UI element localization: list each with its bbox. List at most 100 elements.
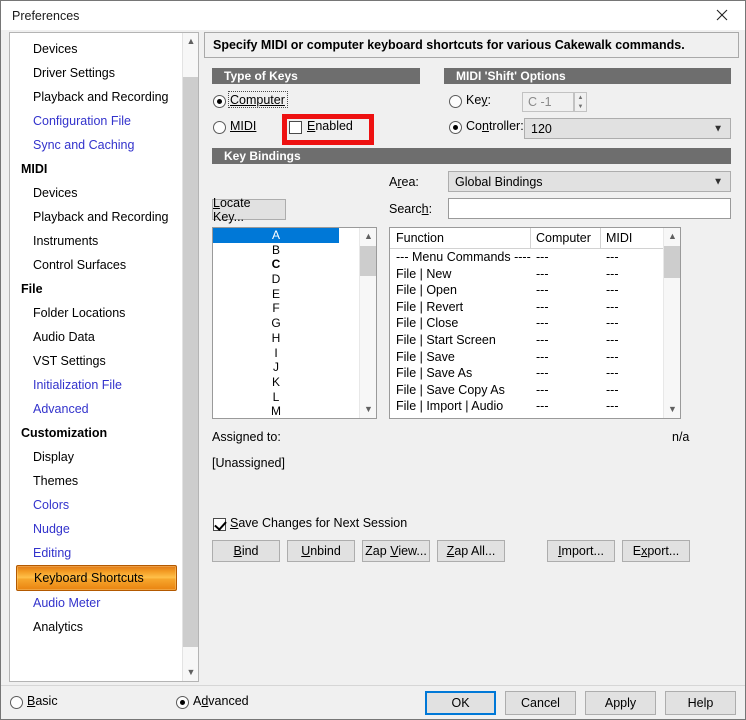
zap-all-button[interactable]: Zap All... xyxy=(437,540,505,562)
title-bar: Preferences xyxy=(1,1,745,30)
function-table-scrollbar-thumb[interactable] xyxy=(664,246,680,278)
key-listbox-scrollbar[interactable]: ▲ ▼ xyxy=(359,228,376,418)
unbind-button[interactable]: Unbind xyxy=(287,540,355,562)
key-list-item[interactable]: D xyxy=(213,272,339,287)
chevron-down-icon[interactable]: ▼ xyxy=(360,401,376,418)
sidebar-item-sync-and-caching[interactable]: Sync and Caching xyxy=(10,133,183,157)
chevron-down-icon[interactable]: ▼ xyxy=(664,401,680,418)
sidebar-item-display[interactable]: Display xyxy=(10,445,183,469)
sidebar-item-folder-locations[interactable]: Folder Locations xyxy=(10,301,183,325)
table-row[interactable]: File | Save As --- --- xyxy=(390,365,663,382)
locate-key-button[interactable]: Locate Key... xyxy=(212,196,286,224)
function-table-column-header[interactable]: MIDI xyxy=(606,231,632,245)
radio-advanced[interactable] xyxy=(176,696,189,709)
sidebar-scrollbar[interactable]: ▲ ▼ xyxy=(182,33,198,681)
spinner-up-icon[interactable]: ▲ xyxy=(575,93,586,102)
ok-button[interactable]: OK xyxy=(425,691,496,715)
zap-view-button[interactable]: Zap View... xyxy=(362,540,430,562)
export-button[interactable]: Export... xyxy=(622,540,690,562)
key-list-item[interactable]: A xyxy=(213,228,339,243)
spinner-down-icon[interactable]: ▼ xyxy=(575,102,586,111)
radio-basic[interactable] xyxy=(10,696,23,709)
sidebar-item-driver-settings[interactable]: Driver Settings xyxy=(10,61,183,85)
table-row[interactable]: File | Save Copy As --- --- xyxy=(390,382,663,399)
save-changes-checkbox[interactable] xyxy=(213,518,226,531)
close-icon[interactable] xyxy=(699,1,745,29)
table-row[interactable]: File | Open --- --- xyxy=(390,282,663,299)
sidebar-item-keyboard-shortcuts[interactable]: Keyboard Shortcuts xyxy=(16,565,177,591)
save-changes-label: Save Changes for Next Session xyxy=(230,516,408,530)
sidebar-item-advanced[interactable]: Advanced xyxy=(10,397,183,421)
import-button[interactable]: Import... xyxy=(547,540,615,562)
sidebar-item-instruments[interactable]: Instruments xyxy=(10,229,183,253)
sidebar-item-initialization-file[interactable]: Initialization File xyxy=(10,373,183,397)
bind-button[interactable]: Bind xyxy=(212,540,280,562)
chevron-down-icon[interactable]: ▼ xyxy=(183,664,198,681)
radio-controller[interactable] xyxy=(449,121,462,134)
key-spinner[interactable]: ▲ ▼ xyxy=(574,92,587,112)
table-row[interactable]: File | Start Screen --- --- xyxy=(390,332,663,349)
help-button[interactable]: Help xyxy=(665,691,736,715)
sidebar-item-vst-settings[interactable]: VST Settings xyxy=(10,349,183,373)
function-table[interactable]: Function Computer MIDI --- Menu Commands -… xyxy=(389,227,681,419)
apply-button[interactable]: Apply xyxy=(585,691,656,715)
bind-button-label: Bind xyxy=(233,544,259,558)
sidebar-item-configuration-file[interactable]: Configuration File xyxy=(10,109,183,133)
function-table-column-header[interactable]: Computer xyxy=(536,231,591,245)
chevron-up-icon[interactable]: ▲ xyxy=(664,228,680,245)
enabled-label: Enabled xyxy=(307,119,353,133)
sidebar-scrollbar-thumb[interactable] xyxy=(183,77,198,647)
sidebar-item-devices[interactable]: Devices xyxy=(10,37,183,61)
enabled-label-rest: nabled xyxy=(315,119,353,133)
chevron-up-icon[interactable]: ▲ xyxy=(360,228,376,245)
sidebar-item-devices[interactable]: Devices xyxy=(10,181,183,205)
radio-midi[interactable] xyxy=(213,121,226,134)
controller-dropdown[interactable]: 120 ▼ xyxy=(524,118,731,139)
table-row[interactable]: File | Revert --- --- xyxy=(390,299,663,316)
key-listbox[interactable]: ABCDEFGHIJKLM ▲ ▼ xyxy=(212,227,377,419)
sidebar-item-nudge[interactable]: Nudge xyxy=(10,517,183,541)
key-list-item[interactable]: C xyxy=(213,257,339,272)
cancel-button[interactable]: Cancel xyxy=(505,691,576,715)
zap-all-button-label: Zap All... xyxy=(446,544,496,558)
table-row[interactable]: --- Menu Commands ---- --- --- xyxy=(390,249,663,266)
sidebar-item-audio-data[interactable]: Audio Data xyxy=(10,325,183,349)
table-row[interactable]: File | Close --- --- xyxy=(390,315,663,332)
key-list-item[interactable]: L xyxy=(213,390,339,405)
area-dropdown[interactable]: Global Bindings ▼ xyxy=(448,171,731,192)
table-row[interactable]: File | Import | Audio --- --- xyxy=(390,398,663,415)
sidebar-item-playback-and-recording[interactable]: Playback and Recording xyxy=(10,85,183,109)
key-list-item[interactable]: F xyxy=(213,301,339,316)
key-list-item[interactable]: E xyxy=(213,287,339,302)
sidebar-item-analytics[interactable]: Analytics xyxy=(10,615,183,639)
key-listbox-scrollbar-thumb[interactable] xyxy=(360,246,376,276)
key-list-item[interactable]: M xyxy=(213,404,339,418)
preferences-dialog: Preferences Devices Driver Settings Playba… xyxy=(0,0,746,720)
search-input[interactable] xyxy=(448,198,731,219)
key-list-item[interactable]: H xyxy=(213,331,339,346)
sidebar-item-colors[interactable]: Colors xyxy=(10,493,183,517)
radio-key[interactable] xyxy=(449,95,462,108)
key-list-item[interactable]: J xyxy=(213,360,339,375)
sidebar-item-control-surfaces[interactable]: Control Surfaces xyxy=(10,253,183,277)
sidebar-item-playback-and-recording[interactable]: Playback and Recording xyxy=(10,205,183,229)
sidebar-item-themes[interactable]: Themes xyxy=(10,469,183,493)
function-table-scrollbar[interactable]: ▲ ▼ xyxy=(663,228,680,418)
sidebar-item-editing[interactable]: Editing xyxy=(10,541,183,565)
unassigned-text: [Unassigned] xyxy=(212,456,285,470)
key-list-item[interactable]: G xyxy=(213,316,339,331)
key-list-item[interactable]: K xyxy=(213,375,339,390)
table-row[interactable]: File | New --- --- xyxy=(390,266,663,283)
radio-computer[interactable] xyxy=(213,95,226,108)
chevron-up-icon[interactable]: ▲ xyxy=(183,33,198,50)
key-list-item[interactable]: I xyxy=(213,346,339,361)
key-value-field[interactable]: C -1 xyxy=(522,92,574,112)
sidebar-item-audio-meter[interactable]: Audio Meter xyxy=(10,591,183,615)
function-table-header: Function Computer MIDI xyxy=(390,228,663,249)
key-list-item[interactable]: B xyxy=(213,243,339,258)
table-row[interactable]: File | Save --- --- xyxy=(390,349,663,366)
function-table-column-header[interactable]: Function xyxy=(396,231,444,245)
enabled-checkbox[interactable] xyxy=(289,121,302,134)
page-description: Specify MIDI or computer keyboard shortc… xyxy=(204,32,739,58)
sidebar-group-midi: MIDI xyxy=(21,162,48,176)
